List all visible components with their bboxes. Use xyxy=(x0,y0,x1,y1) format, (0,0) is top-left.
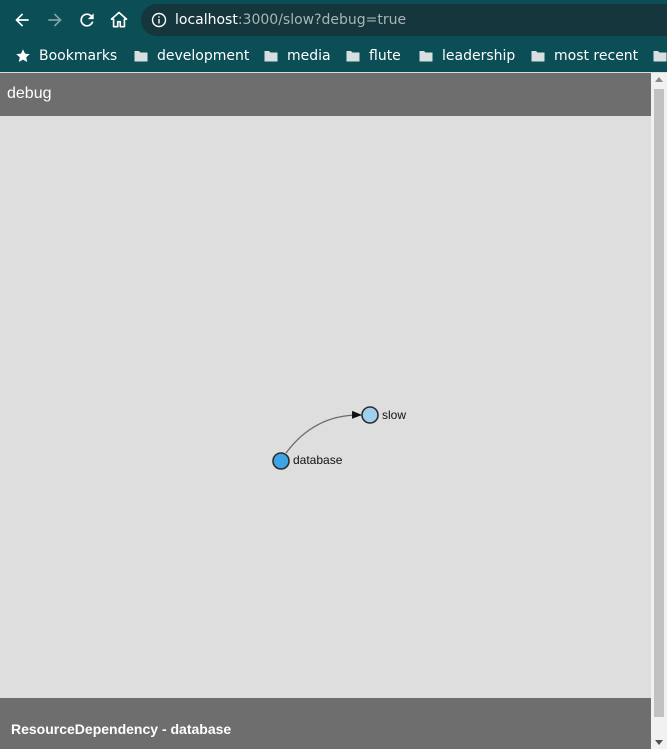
selected-resource-label: ResourceDependency - database xyxy=(11,721,232,737)
node-circle xyxy=(361,406,379,424)
bookmark-most-recent[interactable]: most recent xyxy=(530,45,638,67)
bookmark-label: media xyxy=(287,48,331,64)
bookmark-leadership[interactable]: leadership xyxy=(418,45,515,67)
bookmark-development[interactable]: development xyxy=(133,45,249,67)
folder-icon xyxy=(531,51,545,62)
page-title: debug xyxy=(7,85,52,102)
bookmark-label: Bookmarks xyxy=(39,48,118,64)
home-button[interactable] xyxy=(107,8,131,32)
bookmark-media[interactable]: media xyxy=(263,45,331,67)
bookmark-label: development xyxy=(157,48,250,64)
home-icon xyxy=(110,11,128,28)
graph-node-database[interactable]: database xyxy=(272,452,343,470)
navigation-bar: localhost:3000/slow?debug=true xyxy=(0,0,667,40)
scroll-up-arrow-icon[interactable] xyxy=(655,77,663,82)
address-bar[interactable]: localhost:3000/slow?debug=true xyxy=(141,4,667,36)
scroll-down-arrow-icon[interactable] xyxy=(655,740,663,745)
vertical-scrollbar[interactable] xyxy=(651,73,667,749)
reload-icon xyxy=(80,13,94,27)
info-icon[interactable] xyxy=(151,12,167,28)
node-label: database xyxy=(293,453,343,467)
folder-icon xyxy=(346,51,360,62)
node-label: slow xyxy=(382,408,406,422)
app-header: debug xyxy=(0,73,651,116)
bookmark-label: flute xyxy=(369,48,401,64)
folder-icon xyxy=(134,51,148,62)
status-footer: ResourceDependency - database xyxy=(0,698,651,749)
bookmark-label: most recent xyxy=(554,48,639,64)
scrollbar-thumb[interactable] xyxy=(654,89,664,717)
folder-icon xyxy=(264,51,278,62)
bookmark-label: leadership xyxy=(442,48,516,64)
bookmark-overflow-folder[interactable] xyxy=(652,45,667,67)
dependency-graph-canvas[interactable]: slow database xyxy=(0,116,651,698)
node-circle xyxy=(272,452,290,470)
folder-icon xyxy=(419,51,433,62)
browser-toolbar: localhost:3000/slow?debug=true Bookmarks… xyxy=(0,0,667,72)
star-icon xyxy=(16,49,30,62)
back-button[interactable] xyxy=(10,8,34,32)
bookmark-bookmarks[interactable]: Bookmarks xyxy=(15,45,117,67)
reload-button[interactable] xyxy=(75,8,99,32)
folder-icon xyxy=(653,51,667,62)
url-path: :3000/slow?debug=true xyxy=(237,12,407,28)
bookmark-flute[interactable]: flute xyxy=(345,45,401,67)
url-host: localhost xyxy=(175,12,238,28)
graph-node-slow[interactable]: slow xyxy=(361,406,406,424)
url-text[interactable]: localhost:3000/slow?debug=true xyxy=(175,11,406,29)
graph-edge-database-to-slow xyxy=(285,410,362,454)
back-arrow-icon xyxy=(15,13,29,27)
forward-arrow-icon xyxy=(48,13,62,27)
forward-button[interactable] xyxy=(43,8,67,32)
dependency-graph: slow database xyxy=(272,406,406,470)
bookmarks-bar: Bookmarks development media flute leader… xyxy=(0,40,667,72)
